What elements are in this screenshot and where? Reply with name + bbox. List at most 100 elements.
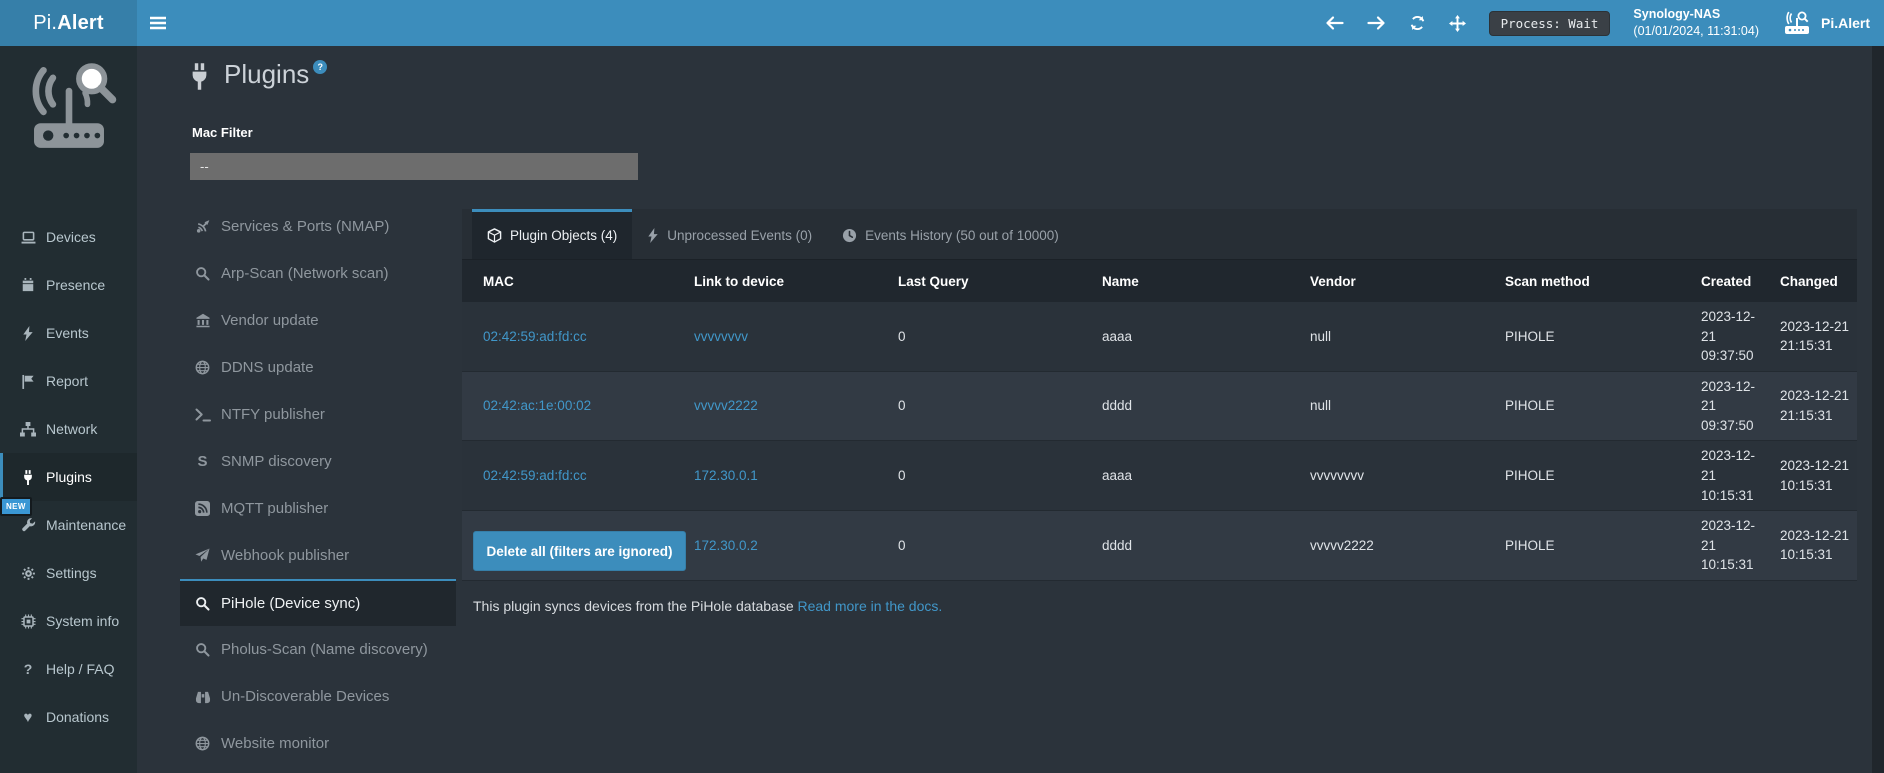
plugin-nav-item-pihole-device-sync[interactable]: PiHole (Device sync) — [180, 579, 456, 626]
help-badge[interactable]: ? — [313, 60, 327, 74]
plugin-nav-item-label: Un-Discoverable Devices — [221, 688, 389, 705]
clock-icon — [842, 228, 857, 243]
sidebar-item-settings[interactable]: Settings — [0, 549, 137, 597]
sidebar-menu: Devices Presence Events Report Network Plugin… — [0, 213, 137, 741]
sidebar-item-devices[interactable]: Devices — [0, 213, 137, 261]
table-row: 02:42:59:ad:fd:cc172.30.0.10aaaavvvvvvvv… — [462, 441, 1857, 511]
brand-bold: Alert — [57, 12, 104, 35]
plug-icon — [187, 63, 212, 90]
column-header-mac: MAC — [462, 260, 673, 302]
last-query-cell: 0 — [877, 302, 1081, 371]
mac-link[interactable]: 02:42:ac:1e:00:02 — [483, 398, 591, 413]
column-header-created: Created — [1687, 260, 1766, 302]
scan-method-cell: PIHOLE — [1484, 371, 1687, 441]
mac-link[interactable]: 02:42:59:ad:fd:cc — [483, 468, 587, 483]
vendor-cell: null — [1289, 302, 1484, 371]
scan-method-cell: PIHOLE — [1484, 511, 1687, 581]
sidebar-item-system-info[interactable]: System info — [0, 597, 137, 645]
sidebar-item-label: Devices — [46, 229, 96, 245]
table-row: 02:42:59:ad:fd:ccvvvvvvvv0aaaanullPIHOLE… — [462, 302, 1857, 371]
plugin-description: This plugin syncs devices from the PiHol… — [473, 598, 942, 614]
device-link[interactable]: vvvvvvvv — [694, 329, 748, 344]
bolt-icon — [647, 228, 659, 243]
sidebar-item-events[interactable]: Events — [0, 309, 137, 357]
plugin-nav-item-label: Webhook publisher — [221, 547, 349, 564]
plugin-nav-item-un-discoverable-devices[interactable]: Un-Discoverable Devices — [180, 673, 456, 720]
device-link[interactable]: 172.30.0.1 — [694, 468, 758, 483]
tab-events-history-50-out-of-10000[interactable]: Events History (50 out of 10000) — [827, 209, 1074, 259]
sidebar-item-label: Report — [46, 373, 88, 389]
created-cell: 2023-12-21 09:37:50 — [1687, 302, 1766, 371]
created-cell: 2023-12-21 10:15:31 — [1687, 441, 1766, 511]
tab-label: Plugin Objects (4) — [510, 228, 617, 243]
sidebar: Devices Presence Events Report Network Plugin… — [0, 46, 137, 773]
move-icon[interactable] — [1449, 15, 1466, 32]
delete-all-button[interactable]: Delete all (filters are ignored) — [473, 531, 686, 571]
tab-plugin-objects-4[interactable]: Plugin Objects (4) — [472, 209, 632, 259]
mac-link[interactable]: 02:42:59:ad:fd:cc — [483, 329, 587, 344]
scan-method-cell: PIHOLE — [1484, 441, 1687, 511]
brand-logo[interactable]: Pi.Alert — [0, 0, 137, 46]
calendar-icon — [17, 278, 39, 292]
send-icon — [193, 548, 212, 563]
heart-icon: ♥ — [17, 710, 39, 725]
name-cell: dddd — [1081, 371, 1289, 441]
search-icon — [193, 266, 212, 281]
vendor-cell: null — [1289, 371, 1484, 441]
sidebar-item-maintenance[interactable]: MaintenanceNEW — [0, 501, 137, 549]
rss-square-icon — [193, 501, 212, 516]
sidebar-item-plugins[interactable]: Plugins — [0, 453, 137, 501]
changed-cell: 2023-12-21 10:15:31 — [1766, 441, 1857, 511]
plugin-nav-item-ntfy-publisher[interactable]: NTFY publisher — [180, 391, 456, 438]
search-icon — [193, 596, 212, 611]
plugin-nav-item-webhook-publisher[interactable]: Webhook publisher — [180, 532, 456, 579]
plugin-nav-item-mqtt-publisher[interactable]: MQTT publisher — [180, 485, 456, 532]
router-magnifier-logo-icon — [17, 62, 121, 158]
wrench-icon — [17, 518, 39, 533]
plugin-nav-item-vendor-update[interactable]: Vendor update — [180, 297, 456, 344]
sidebar-item-presence[interactable]: Presence — [0, 261, 137, 309]
s-icon: S — [193, 454, 212, 469]
plugin-nav-item-pholus-scan-name-discovery[interactable]: Pholus-Scan (Name discovery) — [180, 626, 456, 673]
sidebar-item-donations[interactable]: ♥Donations — [0, 693, 137, 741]
sidebar-item-report[interactable]: Report — [0, 357, 137, 405]
plugin-nav-item-website-monitor[interactable]: Website monitor — [180, 720, 456, 767]
device-link[interactable]: 172.30.0.2 — [694, 538, 758, 553]
page-header: Plugins ? — [187, 60, 327, 90]
scan-method-cell: PIHOLE — [1484, 302, 1687, 371]
app-cluster[interactable]: Pi.Alert — [1782, 11, 1870, 35]
mac-filter-input[interactable] — [190, 153, 638, 180]
refresh-icon[interactable] — [1409, 15, 1426, 31]
vendor-cell: vvvvv2222 — [1289, 511, 1484, 581]
chip-icon — [17, 614, 39, 629]
name-cell: aaaa — [1081, 441, 1289, 511]
satellite-dish-icon — [193, 219, 212, 234]
docs-link[interactable]: Read more in the docs. — [798, 598, 943, 614]
brand-prefix: Pi. — [33, 12, 57, 35]
hamburger-icon[interactable] — [149, 16, 167, 30]
device-link[interactable]: vvvvv2222 — [694, 398, 758, 413]
sidebar-item-help-faq[interactable]: ?Help / FAQ — [0, 645, 137, 693]
plugin-nav-item-label: Vendor update — [221, 312, 319, 329]
scrollbar[interactable] — [1872, 46, 1884, 773]
table-row: 02:42:ac:1e:00:02vvvvv22220ddddnullPIHOL… — [462, 371, 1857, 441]
arrow-right-icon[interactable] — [1367, 15, 1386, 31]
host-block: Synology-NAS (01/01/2024, 11:31:04) — [1633, 6, 1759, 40]
plugin-nav-item-label: Pholus-Scan (Name discovery) — [221, 641, 428, 658]
search-icon — [193, 642, 212, 657]
sidebar-item-label: Network — [46, 421, 97, 437]
plugin-nav-item-arp-scan-network-scan[interactable]: Arp-Scan (Network scan) — [180, 250, 456, 297]
arrow-left-icon[interactable] — [1325, 15, 1344, 31]
column-header-changed: Changed — [1766, 260, 1857, 302]
sidebar-item-network[interactable]: Network — [0, 405, 137, 453]
plugin-nav-item-snmp-discovery[interactable]: SSNMP discovery — [180, 438, 456, 485]
sidebar-item-label: Maintenance — [46, 517, 126, 533]
plugin-description-text: This plugin syncs devices from the PiHol… — [473, 598, 794, 614]
sidebar-item-label: Events — [46, 325, 89, 341]
plugin-nav: Services & Ports (NMAP)Arp-Scan (Network… — [180, 203, 456, 767]
tab-unprocessed-events-0[interactable]: Unprocessed Events (0) — [632, 209, 827, 259]
plugin-nav-item-ddns-update[interactable]: DDNS update — [180, 344, 456, 391]
app-name: Pi.Alert — [1821, 15, 1870, 31]
plugin-nav-item-services-ports-nmap[interactable]: Services & Ports (NMAP) — [180, 203, 456, 250]
new-badge: NEW — [0, 497, 32, 516]
